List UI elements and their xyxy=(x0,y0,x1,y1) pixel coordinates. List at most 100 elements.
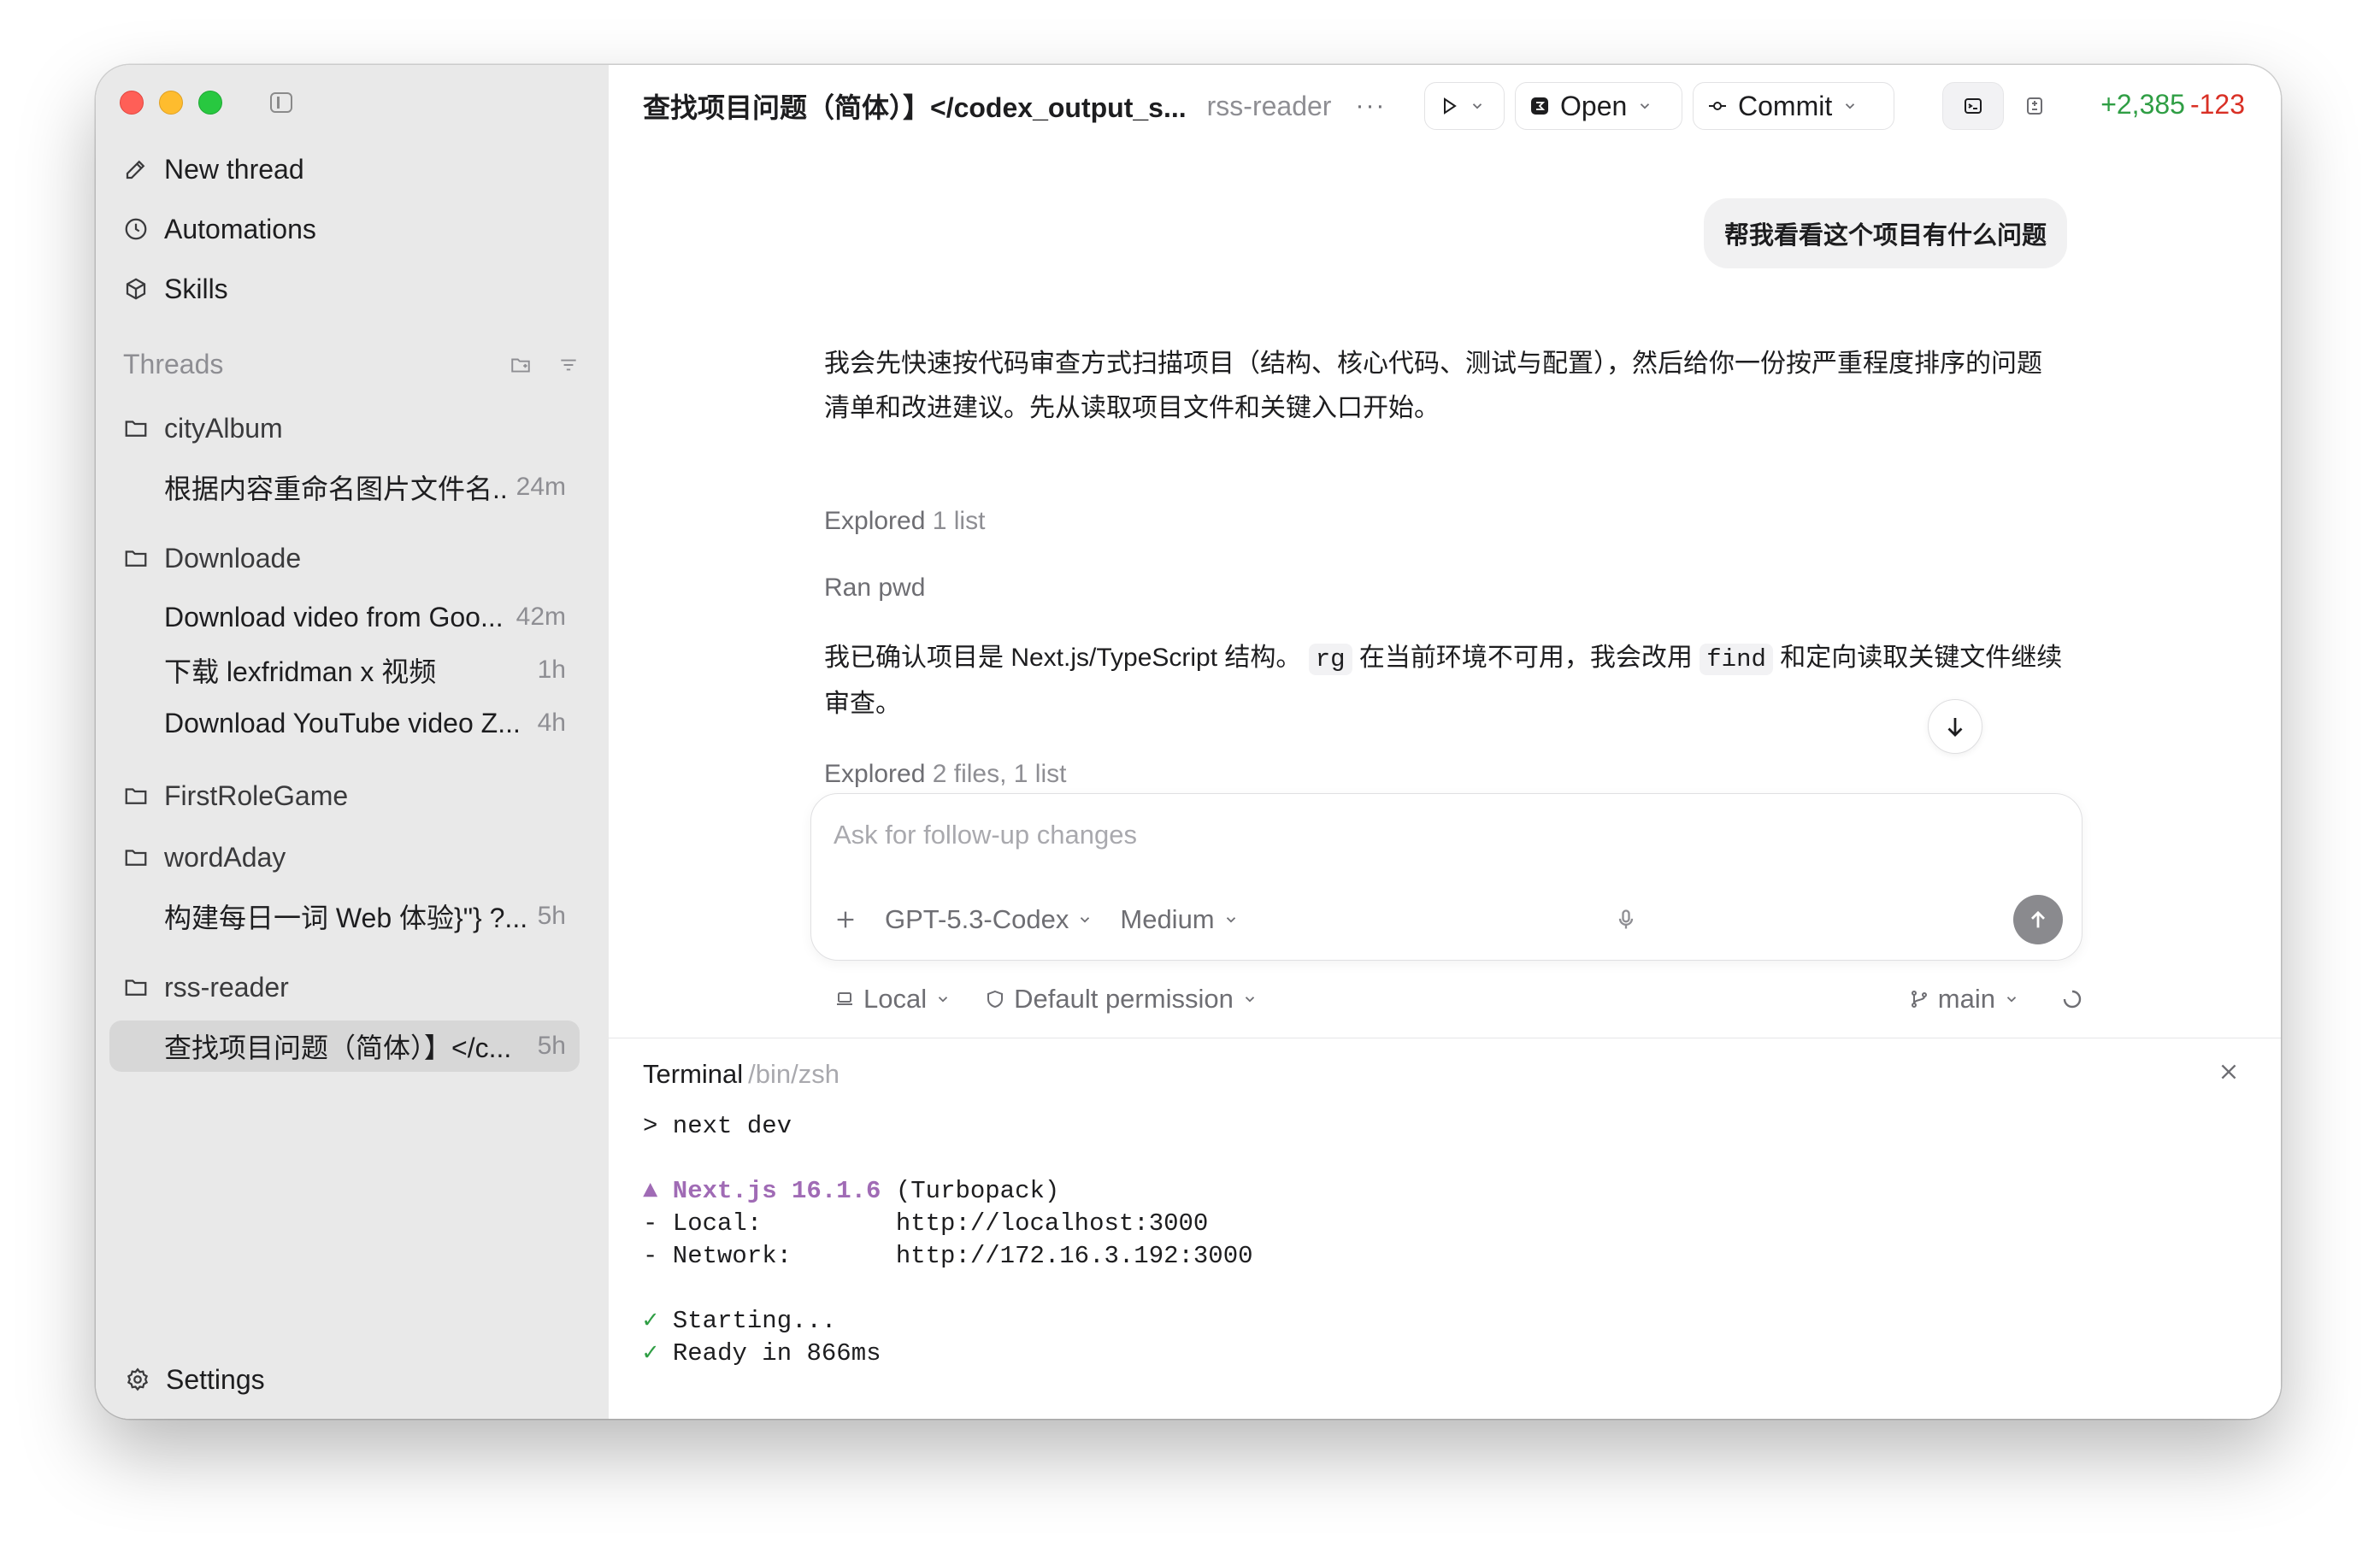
text-part: 在当前环境不可用，我会改用 xyxy=(1358,644,1693,672)
model-selector[interactable]: GPT-5.3-Codex xyxy=(885,904,1093,935)
nav-skills[interactable]: Skills xyxy=(123,263,228,315)
send-button[interactable] xyxy=(2012,895,2063,944)
terminal-line: - Network: http://172.16.3.192:3000 xyxy=(643,1242,1253,1270)
thread-time: 42m xyxy=(515,603,566,631)
terminal-line: - Local: http://localhost:3000 xyxy=(643,1209,1209,1238)
sidebar-toggle-icon[interactable] xyxy=(270,92,292,113)
permission-selector[interactable]: Default permission xyxy=(985,984,1258,1015)
chevron-down-icon xyxy=(938,997,948,1003)
thread-item[interactable]: 根据内容重命名图片文件名... 24m xyxy=(109,462,580,513)
explored-step-2[interactable]: Explored 2 files, 1 list xyxy=(824,752,2064,797)
additions-count: +2,385 xyxy=(2100,89,2185,120)
new-folder-icon[interactable] xyxy=(510,354,532,376)
thread-item[interactable]: Download YouTube video Z... 4h xyxy=(109,697,580,749)
step-verb: Explored xyxy=(824,760,926,788)
explored-step-1[interactable]: Explored 1 list xyxy=(824,499,2064,544)
folder-icon xyxy=(125,788,147,804)
chevron-down-icon xyxy=(1245,997,1254,1003)
loading-spinner-icon xyxy=(2063,990,2082,1009)
threads-section-header: Threads xyxy=(123,349,580,380)
nav-label: New thread xyxy=(164,153,304,185)
chevron-down-icon xyxy=(2006,997,2017,1003)
open-button[interactable]: Open xyxy=(1515,82,1682,130)
project-wordaday[interactable]: wordAday xyxy=(123,836,286,879)
thread-item-active[interactable]: 查找项目问题（简体）】</c... 5h xyxy=(109,1021,580,1072)
project-label[interactable]: rss-reader xyxy=(1207,91,1332,122)
location-selector[interactable]: Local xyxy=(834,984,951,1015)
thread-title: 根据内容重命名图片文件名... xyxy=(164,474,506,504)
deletions-count: -123 xyxy=(2189,89,2245,120)
cube-icon xyxy=(126,278,146,300)
play-icon xyxy=(1444,97,1457,115)
nav-automations[interactable]: Automations xyxy=(123,203,316,255)
more-options-button[interactable]: ··· xyxy=(1355,91,1386,121)
composer-footer: Local Default permission main xyxy=(834,978,2082,1021)
thread-time: 5h xyxy=(537,1032,566,1060)
project-name: cityAlbum xyxy=(164,412,283,444)
thread-time: 4h xyxy=(537,709,566,737)
assistant-message-2: 我已确认项目是 Next.js/TypeScript 结构。 rg 在当前环境不… xyxy=(824,636,2064,726)
thread-title: Download YouTube video Z... xyxy=(164,707,521,738)
thread-title: 下载 lexfridman x 视频 xyxy=(164,656,437,687)
step-detail: 2 files, 1 list xyxy=(932,760,1067,788)
thread-item[interactable]: Download video from Goo... 42m xyxy=(109,591,580,643)
scroll-to-bottom-button[interactable] xyxy=(1928,699,1982,754)
thread-item[interactable]: 下载 lexfridman x 视频 1h xyxy=(109,644,580,696)
text-part: 我已确认项目是 Next.js/TypeScript 结构。 xyxy=(824,644,1302,672)
thread-title: 构建每日一词 Web 体验}"} ?... xyxy=(164,903,527,933)
thread-title: Download video from Goo... xyxy=(164,601,504,632)
thread-item[interactable]: 构建每日一词 Web 体验}"} ?... 5h xyxy=(109,891,580,942)
diff-icon xyxy=(2027,97,2042,115)
ran-step[interactable]: Ran pwd xyxy=(824,566,2064,610)
effort-label: Medium xyxy=(1120,904,1215,934)
clock-icon xyxy=(125,218,147,240)
zoom-window-button[interactable] xyxy=(198,91,222,115)
chevron-down-icon xyxy=(1641,103,1650,109)
terminal-output[interactable]: > next dev ▲ Next.js 16.1.6 (Turbopack) … xyxy=(643,1110,1253,1370)
composer-controls: GPT-5.3-Codex Medium xyxy=(834,895,2063,944)
check-icon: ✓ xyxy=(643,1339,658,1368)
chevron-down-icon xyxy=(1081,917,1090,923)
diff-stats[interactable]: +2,385 -123 xyxy=(2100,89,2245,121)
project-rss-reader[interactable]: rss-reader xyxy=(123,966,289,1009)
microphone-icon[interactable] xyxy=(1614,908,1638,932)
terminal-toggle-button[interactable] xyxy=(1942,82,2004,130)
thread-time: 5h xyxy=(537,902,566,930)
project-downloade[interactable]: Downloade xyxy=(123,537,301,579)
close-icon[interactable] xyxy=(2218,1061,2240,1083)
minimize-window-button[interactable] xyxy=(159,91,183,115)
gear-icon xyxy=(127,1368,149,1391)
chevron-down-icon xyxy=(1226,917,1235,923)
window-controls xyxy=(120,91,222,115)
terminal-header: Terminal/bin/zsh xyxy=(643,1059,839,1090)
nav-label: Skills xyxy=(164,273,228,304)
terminal-icon xyxy=(1965,98,1982,114)
project-firstrolegame[interactable]: FirstRoleGame xyxy=(123,774,348,817)
diff-button[interactable] xyxy=(2016,82,2053,130)
project-cityalbum[interactable]: cityAlbum xyxy=(123,407,283,450)
project-name: FirstRoleGame xyxy=(164,779,349,811)
branch-selector[interactable]: main xyxy=(1909,984,2019,1015)
folder-icon xyxy=(125,979,147,996)
prompt-input[interactable]: Ask for follow-up changes xyxy=(834,820,1137,850)
terminal-panel: Terminal/bin/zsh > next dev ▲ Next.js 16… xyxy=(609,1038,2281,1419)
model-label: GPT-5.3-Codex xyxy=(885,904,1069,934)
branch-icon xyxy=(1911,991,1927,1008)
project-name: wordAday xyxy=(164,841,286,873)
main-pane: 查找项目问题（简体）】</codex_output_s... rss-reade… xyxy=(609,65,2281,1419)
nav-new-thread[interactable]: New thread xyxy=(123,144,304,195)
terminal-line: Starting... xyxy=(657,1307,837,1335)
app-window: New thread Automations Skills Threads ci… xyxy=(96,65,2281,1419)
effort-selector[interactable]: Medium xyxy=(1120,904,1238,935)
plus-icon[interactable] xyxy=(834,908,857,932)
close-window-button[interactable] xyxy=(120,91,144,115)
branch-label: main xyxy=(1937,984,1995,1014)
step-detail: 1 list xyxy=(932,507,986,535)
run-button[interactable] xyxy=(1424,82,1505,130)
commit-button[interactable]: Commit xyxy=(1693,82,1894,130)
inline-code: find xyxy=(1700,644,1773,675)
user-message: 帮我看看这个项目有什么问题 xyxy=(1703,198,2067,268)
laptop-icon xyxy=(837,992,852,1005)
settings-button[interactable]: Settings xyxy=(125,1354,265,1405)
filter-icon[interactable] xyxy=(557,354,580,376)
